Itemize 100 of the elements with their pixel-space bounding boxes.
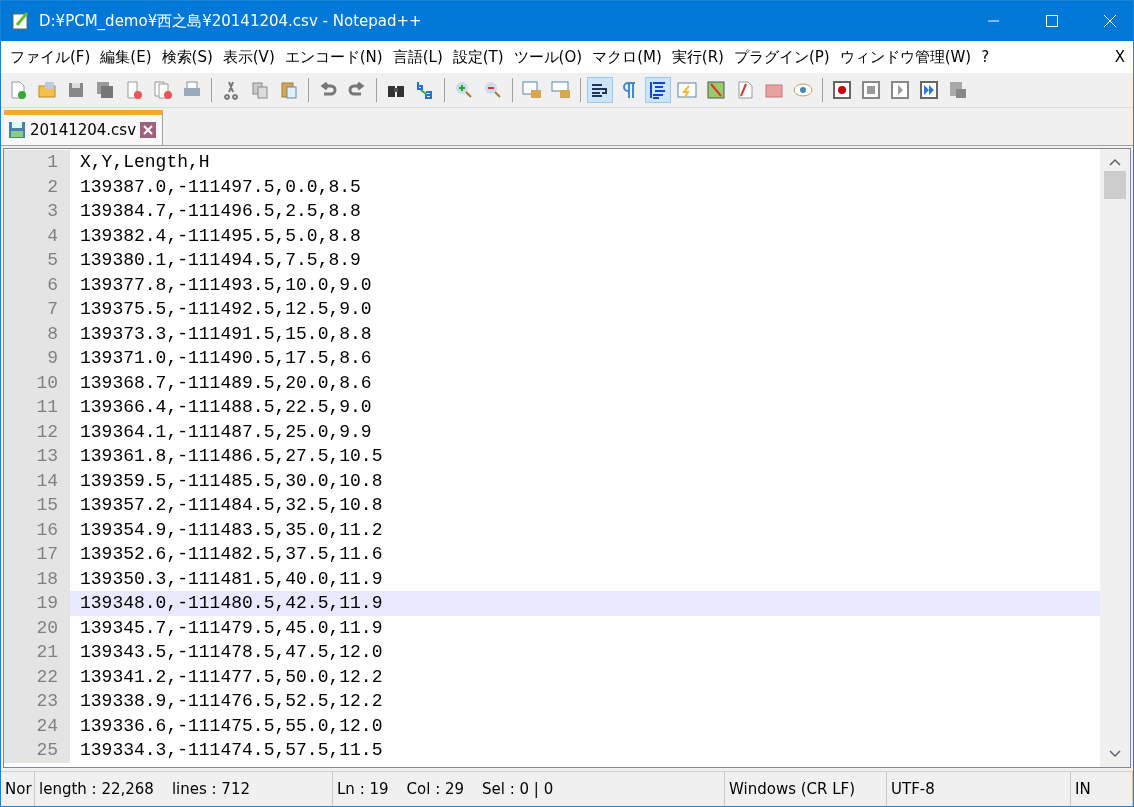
menu-item[interactable]: 設定(T): [447, 47, 509, 67]
code-line: 139352.6,-111482.5,37.5,11.6: [79, 544, 383, 565]
code-line: 139387.0,-111497.5,0.0,8.5: [79, 176, 361, 197]
line-number: 23: [4, 689, 70, 714]
zoom-out-icon: [483, 80, 503, 100]
line-number: 2: [4, 174, 70, 199]
line-number: 4: [4, 223, 70, 248]
maximize-icon[interactable]: [1046, 15, 1058, 27]
close-files-icon: [153, 80, 173, 100]
code-line: 139350.3,-111481.5,40.0,11.9: [79, 568, 383, 589]
code-line: 139343.5,-111478.5,47.5,12.0: [79, 642, 383, 663]
code-line: 139375.5,-111492.5,12.5,9.0: [79, 299, 372, 320]
code-line: 139366.4,-111488.5,22.5,9.0: [79, 397, 372, 418]
line-number: 1: [4, 150, 70, 175]
fast-forward-icon: [919, 80, 939, 100]
window-title: D:¥PCM_demo¥西之島¥20141204.csv - Notepad++: [39, 11, 423, 31]
close-tab-icon[interactable]: [140, 122, 157, 138]
menu-item[interactable]: ファイル(F): [5, 47, 96, 67]
line-number: 19: [4, 591, 70, 616]
code-line: 139345.7,-111479.5,45.0,11.9: [79, 617, 383, 638]
vertical-scrollbar[interactable]: [1100, 149, 1130, 767]
code-line: 139359.5,-111485.5,30.0,10.8: [79, 470, 383, 491]
code-line: 139382.4,-111495.5,5.0,8.8: [79, 225, 361, 246]
line-number: 6: [4, 272, 70, 297]
copy-icon: [250, 80, 270, 100]
line-number: 5: [4, 248, 70, 273]
stop-icon: [861, 80, 881, 100]
line-number: 21: [4, 640, 70, 665]
scissors-icon: [221, 80, 241, 100]
menu-item[interactable]: ?: [976, 48, 995, 66]
close-document-button[interactable]: X: [1114, 48, 1125, 66]
code-line: 139371.0,-111490.5,17.5,8.6: [79, 348, 372, 369]
function-list-icon: [735, 80, 755, 100]
menu-item[interactable]: 表示(V): [217, 47, 280, 67]
status-text: Nor: [5, 780, 32, 798]
line-number: 14: [4, 468, 70, 493]
scroll-up-icon[interactable]: [1109, 157, 1121, 167]
clipboard-icon: [279, 80, 299, 100]
close-icon[interactable]: [1104, 15, 1116, 27]
code-line: 139380.1,-111494.5,7.5,8.9: [79, 250, 361, 271]
scrollbar-thumb[interactable]: [1104, 171, 1126, 199]
menu-item[interactable]: エンコード(N): [279, 47, 388, 67]
window-lock-icon: [551, 80, 571, 100]
record-icon: [832, 80, 852, 100]
status-text: lines : 712: [171, 780, 250, 798]
code-line: 139384.7,-111496.5,2.5,8.8: [79, 201, 361, 222]
menu-item[interactable]: 言語(L): [387, 47, 448, 67]
zoom-in-icon: [454, 80, 474, 100]
line-number: 3: [4, 199, 70, 224]
document-map-icon: [706, 80, 726, 100]
code-line: 139334.3,-111474.5,57.5,11.5: [79, 740, 383, 761]
new-file-icon: [8, 80, 28, 100]
code-line: 139368.7,-111489.5,20.0,8.6: [79, 372, 372, 393]
window-lightning-icon: [677, 80, 697, 100]
status-text: Sel : 0 | 0: [482, 780, 554, 798]
line-number: 16: [4, 517, 70, 542]
menu-item[interactable]: 実行(R): [666, 47, 729, 67]
notepad-app-icon: [11, 11, 31, 31]
line-number: 12: [4, 419, 70, 444]
code-line: 139373.3,-111491.5,15.0,8.8: [79, 323, 372, 344]
line-number: 8: [4, 321, 70, 346]
line-number: 22: [4, 664, 70, 689]
menu-item[interactable]: 検索(S): [156, 47, 218, 67]
status-text: Col : 29: [406, 780, 465, 798]
replace-icon: [415, 80, 435, 100]
line-number: 17: [4, 542, 70, 567]
scroll-down-icon[interactable]: [1109, 749, 1121, 759]
eye-icon: [793, 80, 813, 100]
line-number: 9: [4, 346, 70, 371]
menu-item[interactable]: ツール(O): [508, 47, 588, 67]
floppy-disks-icon: [95, 80, 115, 100]
play-icon: [890, 80, 910, 100]
close-file-icon: [124, 80, 144, 100]
file-tab[interactable]: 20141204.csv: [4, 110, 164, 145]
code-line: 139341.2,-111477.5,50.0,12.2: [79, 666, 383, 687]
code-line: 139364.1,-111487.5,25.0,9.9: [79, 421, 372, 442]
line-number: 24: [4, 713, 70, 738]
status-text: Windows (CR LF): [729, 780, 856, 798]
code-line: X,Y,Length,H: [79, 152, 210, 173]
code-line: 139354.9,-111483.5,35.0,11.2: [79, 519, 383, 540]
menu-item[interactable]: プラグイン(P): [728, 47, 835, 67]
line-number: 20: [4, 615, 70, 640]
line-number: 11: [4, 395, 70, 420]
line-number: 15: [4, 493, 70, 518]
line-number: 10: [4, 370, 70, 395]
code-line: 139336.6,-111475.5,55.0,12.0: [79, 715, 383, 736]
line-number: 25: [4, 738, 70, 763]
code-line: 139348.0,-111480.5,42.5,11.9: [79, 593, 383, 614]
menu-item[interactable]: 編集(E): [95, 47, 157, 67]
toolbar-button[interactable]: [587, 77, 613, 103]
toolbar-button[interactable]: [645, 77, 671, 103]
menu-item[interactable]: ウィンドウ管理(W): [834, 47, 977, 67]
code-line: 139361.8,-111486.5,27.5,10.5: [79, 446, 383, 467]
menu-item[interactable]: マクロ(M): [587, 47, 667, 67]
indent-guide-icon: [648, 80, 668, 100]
line-number: 7: [4, 297, 70, 322]
code-line: 139377.8,-111493.5,10.0,9.0: [79, 274, 372, 295]
status-text: UTF-8: [891, 780, 935, 798]
code-line: 139338.9,-111476.5,52.5,12.2: [79, 691, 383, 712]
status-text: length : 22,268: [39, 780, 154, 798]
